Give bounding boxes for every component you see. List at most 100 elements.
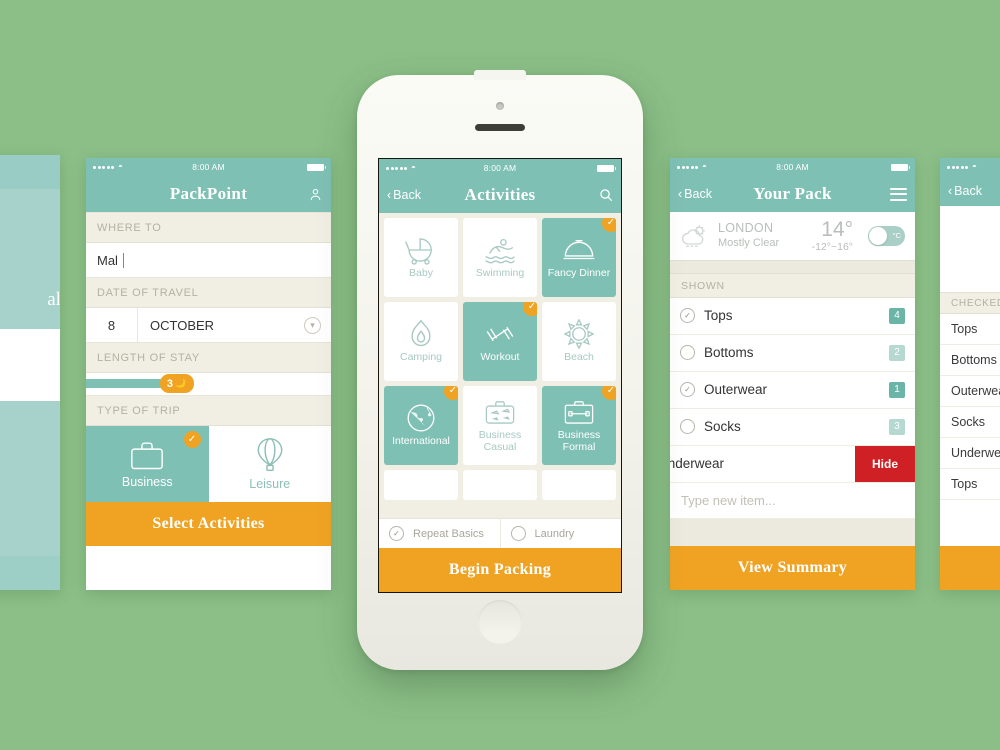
list-item[interactable]: Underwear <box>940 437 1000 469</box>
sun-icon <box>563 319 595 350</box>
date-month[interactable]: OCTOBER <box>138 308 304 342</box>
row-label: Socks <box>704 419 741 434</box>
list-item[interactable]: Outerwear <box>940 375 1000 407</box>
hide-button[interactable]: Hide <box>855 445 915 482</box>
profile-button[interactable] <box>308 187 323 202</box>
signal-dots-icon <box>947 165 968 169</box>
status-bar: ◓ 8:00 AM <box>379 159 621 177</box>
onboarding-card[interactable] <box>0 329 60 401</box>
back-label: Back <box>684 187 712 201</box>
activity-cell-international[interactable]: ✓ International <box>384 386 458 465</box>
status-badge: 3 <box>889 418 905 435</box>
back-button[interactable]: ‹ Back <box>948 184 982 198</box>
option-repeat-basics[interactable]: ✓ Repeat Basics <box>379 519 500 548</box>
checkbox-unchecked-icon[interactable] <box>510 526 526 541</box>
toggle-knob <box>869 226 887 245</box>
row-label: Underwear <box>670 456 725 471</box>
activity-cell-business-casual[interactable]: Business Casual <box>463 386 537 465</box>
text-caret <box>122 252 124 268</box>
battery-icon <box>597 164 616 172</box>
table-row[interactable]: Socks 3 <box>670 408 915 446</box>
select-activities-button[interactable]: Select Activities <box>86 502 331 546</box>
back-label: Back <box>954 184 982 198</box>
activity-cell-baby[interactable]: Baby <box>384 218 458 297</box>
new-item-input[interactable]: Type new item... <box>670 482 915 519</box>
checkbox-unchecked-icon[interactable] <box>680 419 695 434</box>
table-row[interactable]: Bottoms 2 <box>670 334 915 372</box>
table-row[interactable]: ✓ Outerwear 1 <box>670 371 915 409</box>
checkbox-checked-icon[interactable]: ✓ <box>389 526 404 541</box>
share-button[interactable]: Sh <box>940 546 1000 590</box>
screen-onboarding-partial: ale? <box>0 155 60 590</box>
back-button[interactable]: ‹ Back <box>387 188 421 202</box>
view-summary-button[interactable]: View Summary <box>670 546 915 590</box>
status-badge: 4 <box>889 307 905 324</box>
moon-icon: 🌙 <box>174 378 187 388</box>
where-to-value: Mal <box>97 252 118 268</box>
temperature-unit-toggle[interactable]: °C <box>868 225 905 246</box>
globe-icon <box>407 404 435 432</box>
check-icon: ✓ <box>602 386 616 400</box>
trip-tile-label: Business <box>121 475 173 489</box>
activity-cell-partial[interactable] <box>463 470 537 500</box>
trip-type-tiles: ✓ Business Leisure <box>86 426 331 502</box>
chevron-down-icon[interactable]: ▾ <box>304 316 321 334</box>
search-button[interactable] <box>599 188 613 202</box>
activity-cell-partial[interactable] <box>384 470 458 500</box>
onboarding-topbar <box>0 155 60 189</box>
begin-packing-button[interactable]: Begin Packing <box>379 548 621 592</box>
wifi-icon: ◓ <box>411 163 416 172</box>
activity-cell-beach[interactable]: Beach <box>542 302 616 381</box>
activity-cell-partial[interactable] <box>542 470 616 500</box>
summary-note-line: You a <box>950 216 1000 233</box>
options-bar: ✓ Repeat Basics Laundry <box>379 518 621 548</box>
activity-cell-workout[interactable]: ✓ Workout <box>463 302 537 381</box>
slider-knob[interactable]: 3 🌙 <box>159 374 194 393</box>
list-item[interactable]: Tops <box>940 313 1000 345</box>
checkbox-checked-icon[interactable]: ✓ <box>680 382 695 397</box>
list-item[interactable]: Socks <box>940 406 1000 438</box>
option-laundry[interactable]: Laundry <box>499 519 622 548</box>
screen-summary-partial: ◓ ‹ Back You a Man Tempe wi CHECKED Tops… <box>940 158 1000 590</box>
table-row[interactable]: ✓ Tops 4 <box>670 297 915 335</box>
length-of-stay-slider[interactable]: 3 🌙 <box>86 373 331 395</box>
navbar-summary: ‹ Back <box>940 176 1000 206</box>
date-row[interactable]: 8 OCTOBER ▾ <box>86 308 331 342</box>
weather-city: LONDON <box>718 221 774 236</box>
trip-tile-business[interactable]: ✓ Business <box>86 426 209 502</box>
activity-cell-business-formal[interactable]: ✓ Business Formal <box>542 386 616 465</box>
list-item[interactable]: Bottoms <box>940 344 1000 376</box>
list-item[interactable]: Tops <box>940 468 1000 500</box>
section-header-checked: CHECKED <box>940 291 1000 314</box>
checkbox-checked-icon[interactable]: ✓ <box>680 308 695 323</box>
activity-label: Swimming <box>475 267 525 280</box>
back-button[interactable]: ‹ Back <box>678 187 712 201</box>
table-row-swiped[interactable]: Underwear Hide <box>670 445 915 483</box>
status-bar: ◓ <box>940 158 1000 176</box>
weather-widget: LONDON Mostly Clear 14° -12°~16° °C <box>670 212 915 260</box>
activity-cell-camping[interactable]: Camping <box>384 302 458 381</box>
home-button[interactable] <box>478 600 522 644</box>
pack-body: LONDON Mostly Clear 14° -12°~16° °C SHOW… <box>670 212 915 590</box>
activity-cell-swimming[interactable]: Swimming <box>463 218 537 297</box>
wifi-icon: ◓ <box>972 162 977 171</box>
where-to-input[interactable]: Mal <box>86 243 331 277</box>
menu-button[interactable] <box>890 187 907 201</box>
activity-cell-fancy-dinner[interactable]: ✓ Fancy Dinner <box>542 218 616 297</box>
briefcase-icon <box>564 401 594 425</box>
partly-cloudy-icon <box>682 225 705 247</box>
checkbox-unchecked-icon[interactable] <box>680 345 695 360</box>
summary-note: You a Man Tempe wi <box>940 206 1000 292</box>
person-icon <box>310 188 321 200</box>
trip-tile-leisure[interactable]: Leisure <box>208 426 331 502</box>
slider-value: 3 <box>166 377 173 390</box>
stroller-icon <box>405 238 432 265</box>
date-day[interactable]: 8 <box>86 308 138 342</box>
summary-note-line: Tempe <box>950 249 1000 266</box>
onboarding-bottombar <box>0 556 60 590</box>
activities-grid-container: Baby Swimming ✓ Fancy Dinner Camping ✓ W… <box>379 213 621 518</box>
list-filler <box>670 518 915 546</box>
back-label: Back <box>393 188 421 202</box>
form-body: WHERE TO Mal DATE OF TRAVEL 8 OCTOBER ▾ … <box>86 212 331 590</box>
signal-dots-icon <box>93 165 114 169</box>
